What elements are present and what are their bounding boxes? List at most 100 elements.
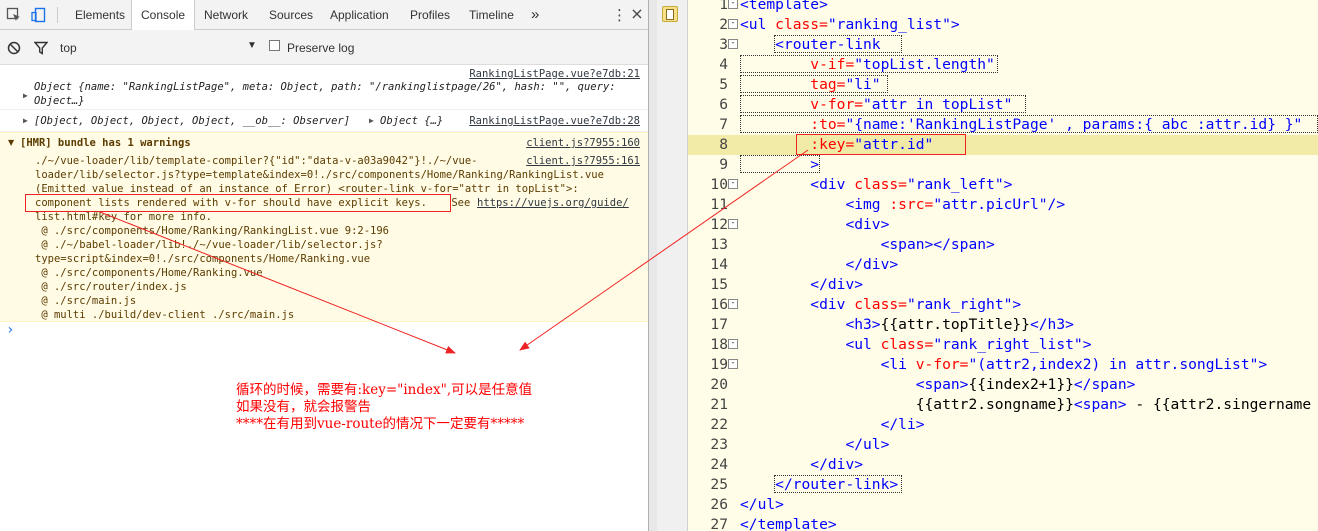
stack-line: @ multi ./build/dev-client ./src/main.js [35,309,295,321]
tab-application[interactable]: Application [321,0,398,30]
object-props: name: "RankingListPage", meta: Object, p… [84,81,616,93]
code-line[interactable]: 11 <img :src="attr.picUrl"/> [688,195,1318,215]
code-text: <template> [740,0,828,15]
code-token: <div> [845,216,890,233]
object-preview-line[interactable]: Object {name: "RankingListPage", meta: O… [34,81,616,93]
code-text: </ul> [740,495,784,515]
code-line[interactable]: 16- <div class="rank_right"> [688,295,1318,315]
fold-toggle-icon[interactable]: - [728,359,738,369]
code-line[interactable]: 18- <ul class="rank_right_list"> [688,335,1318,355]
array-preview[interactable]: [Object, Object, Object, Object, __ob__:… [34,115,350,127]
code-token: /> [1047,196,1066,213]
line-number: 20 [710,376,728,393]
code-line[interactable]: 2- <ul class="ranking_list"> [688,15,1318,35]
preserve-log-label: Preserve log [287,41,355,55]
fold-toggle-icon[interactable]: - [728,339,738,349]
console-prompt-icon[interactable]: › [6,322,14,338]
expand-triangle-icon[interactable]: ▶ [369,116,374,125]
warning-body-source-link[interactable]: client.js?7955:161 [526,155,640,167]
line-number: 5 [719,76,728,93]
code-token: <span> [1073,396,1127,413]
code-line[interactable]: 10- <div class="rank_left"> [688,175,1318,195]
line-number: 9 [719,156,728,173]
fold-toggle-icon[interactable]: - [728,219,738,229]
code-line[interactable]: 13 <span></span> [688,235,1318,255]
code-line[interactable]: 21 {{attr2.songname}}<span> - {{attr2.si… [688,395,1318,415]
device-toolbar-icon[interactable] [31,7,47,23]
code-line[interactable]: 12- <div> [688,215,1318,235]
code-token: <img [845,196,890,213]
code-token: <li [880,356,916,373]
stack-line: @ ./src/main.js [35,295,137,307]
more-tabs-chevron-icon[interactable]: » [522,0,548,30]
tab-console[interactable]: Console [131,0,196,31]
object-preview-short[interactable]: Object {…} [380,115,443,127]
code-text: </li> [740,415,925,435]
filter-icon[interactable] [34,41,48,55]
fold-toggle-icon[interactable]: - [728,19,738,29]
attribute-marker [740,95,1026,113]
router-link-close-marker [774,475,902,493]
vuejs-guide-link[interactable]: https://vuejs.org/guide/ [477,197,629,209]
close-icon[interactable]: × [630,4,644,24]
code-text: {{attr2.songname}}<span> - {{attr2.singe… [740,395,1311,415]
code-token: class= [854,296,907,313]
code-line[interactable]: 19- <li v-for="(attr2,index2) in attr.so… [688,355,1318,375]
expand-triangle-icon[interactable]: ▶ [23,91,28,100]
code-line[interactable]: 27 </template> [688,515,1318,531]
message-source-link[interactable]: RankingListPage.vue?e7db:28 [469,115,640,127]
code-line[interactable]: 26 </ul> [688,495,1318,515]
collapse-triangle-icon[interactable]: ▼ [8,138,14,147]
code-line[interactable]: 15 </div> [688,275,1318,295]
console-warning: ▼ [HMR] bundle has 1 warnings client.js?… [0,132,648,322]
fold-toggle-icon[interactable]: - [728,299,738,309]
code-line[interactable]: 17 <h3>{{attr.topTitle}}</h3> [688,315,1318,335]
fold-toggle-icon[interactable]: - [728,179,738,189]
tab-network[interactable]: Network [195,0,257,30]
warning-source-link[interactable]: client.js?7955:160 [526,137,640,149]
expand-triangle-icon[interactable]: ▶ [23,116,28,125]
code-token: "rank_left" [906,176,1004,193]
dropdown-arrow-icon: ▼ [247,40,257,51]
code-token: "rank_right_list" [933,336,1083,353]
devtools-panel: Elements Console Network Sources Applica… [0,0,649,531]
clipboard-icon[interactable] [662,6,678,22]
fold-toggle-icon[interactable]: - [728,0,738,9]
code-line[interactable]: 22 </li> [688,415,1318,435]
code-token: <ul [845,336,881,353]
code-line[interactable]: 14 </div> [688,255,1318,275]
preserve-log-checkbox[interactable] [269,40,280,51]
code-token: </ul> [845,436,890,453]
tab-profiles[interactable]: Profiles [401,0,459,30]
code-line[interactable]: 23 </ul> [688,435,1318,455]
code-line[interactable]: 8 :key="attr.id" [688,135,1318,155]
code-text: <div class="rank_right"> [740,295,1021,315]
line-number: 27 [710,516,728,531]
code-token: {{attr.topTitle}} [880,316,1030,333]
highlight-box [25,194,451,212]
clear-console-icon[interactable] [7,41,21,55]
code-editor[interactable]: 1- <template> 2- <ul class="ranking_list"> 3… [688,0,1318,531]
context-selector[interactable]: top ▼ [60,40,260,56]
message-source-link[interactable]: RankingListPage.vue?e7db:21 [469,68,640,80]
line-number: 24 [710,456,728,473]
tab-sources[interactable]: Sources [260,0,322,30]
panel-splitter[interactable] [649,0,657,531]
stack-line: @ ./src/components/Home/Ranking.vue [35,267,263,279]
code-token: <div [810,296,855,313]
tab-elements[interactable]: Elements [66,0,134,30]
code-line[interactable]: 1- <template> [688,0,1318,15]
inspect-element-icon[interactable] [6,7,22,23]
code-line[interactable]: 20 <span>{{index2+1}}</span> [688,375,1318,395]
code-line[interactable]: 24 </div> [688,455,1318,475]
kebab-menu-icon[interactable]: ⋮ [612,5,627,25]
fold-toggle-icon[interactable]: - [728,39,738,49]
console-input[interactable] [20,324,640,340]
tab-timeline[interactable]: Timeline [460,0,523,30]
code-token: {{index2+1}} [968,376,1074,393]
code-text: <span></span> [740,235,995,255]
